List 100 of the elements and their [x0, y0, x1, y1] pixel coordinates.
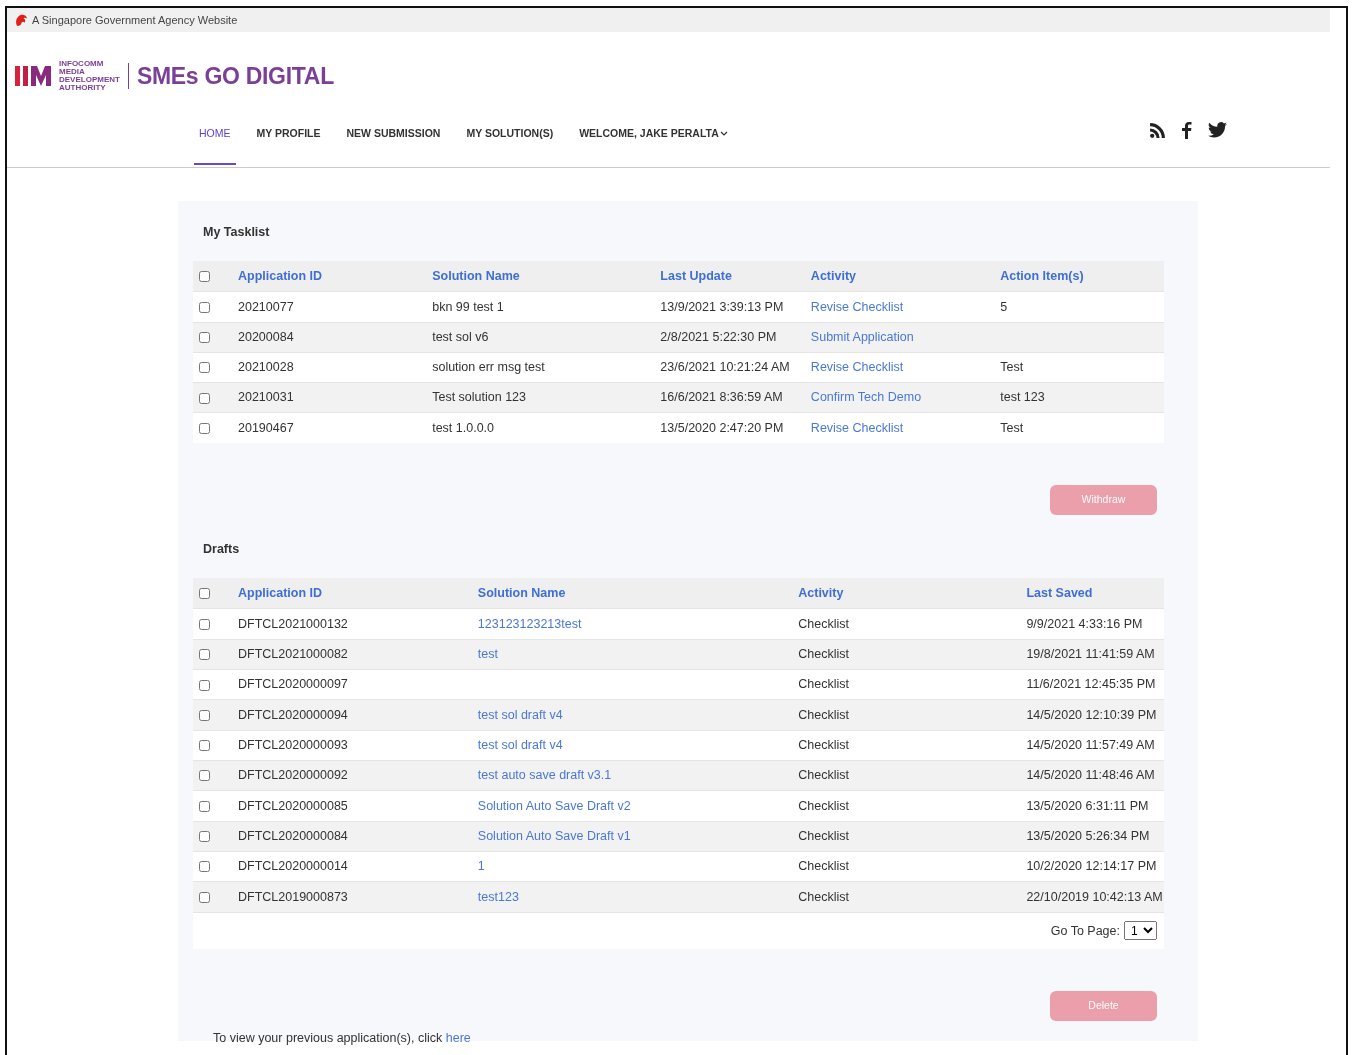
row-checkbox[interactable] [199, 392, 210, 404]
nav-link[interactable]: NEW SUBMISSION [341, 117, 446, 166]
table-cell: 20200084 [238, 329, 294, 344]
table-cell: DFTCL2020000097 [238, 677, 348, 692]
table-cell: 20210031 [238, 390, 294, 405]
twitter-icon[interactable] [1207, 122, 1227, 139]
table-cell: 10/2/2020 12:14:17 PM [1026, 859, 1157, 874]
table-cell: Test [1000, 420, 1024, 435]
pager-label: Go To Page: [1050, 922, 1120, 940]
table-cell: Checklist [798, 647, 849, 662]
table-cell: 20190467 [238, 420, 294, 435]
facebook-icon[interactable] [1181, 121, 1192, 139]
table-cell: 13/9/2021 3:39:13 PM [660, 299, 784, 314]
table-cell: 20210028 [238, 360, 294, 375]
table-link[interactable]: test sol draft v4 [477, 737, 563, 752]
table-cell: 22/10/2019 10:42:13 AM [1026, 889, 1163, 904]
row-checkbox[interactable] [199, 649, 210, 661]
table-cell: 20210077 [238, 299, 294, 314]
row-checkbox[interactable] [199, 800, 210, 812]
table-link[interactable]: Solution Auto Save Draft v2 [477, 798, 631, 813]
table-cell: 16/6/2021 8:36:59 AM [660, 390, 783, 405]
table-cell: DFTCL2021000132 [238, 616, 348, 631]
nav-link[interactable]: MY PROFILE [251, 117, 326, 166]
row-checkbox[interactable] [199, 679, 210, 691]
row-checkbox[interactable] [199, 770, 210, 782]
caret-icon [719, 130, 728, 137]
table-cell: bkn 99 test 1 [432, 299, 504, 314]
column-header: Application ID [238, 268, 323, 283]
agency-name: INFOCOMM MEDIA DEVELOPMENT AUTHORITY [59, 60, 120, 93]
site-title: SMEs GO DIGITAL [136, 62, 334, 91]
column-header: Last Saved [1026, 585, 1093, 600]
table-cell: 14/5/2020 11:57:49 AM [1026, 737, 1155, 752]
table-link[interactable]: test sol draft v4 [477, 707, 563, 722]
user-menu[interactable]: WELCOME, JAKE PERALTA [574, 117, 733, 166]
page-select[interactable]: 1 [1124, 921, 1157, 941]
table-cell: Checklist [798, 677, 849, 692]
column-header: Action Item(s) [1000, 268, 1084, 283]
table-cell: 23/6/2021 10:21:24 AM [660, 360, 790, 375]
rss-icon[interactable] [1148, 121, 1166, 139]
table-cell: 14/5/2020 11:48:46 AM [1026, 768, 1155, 783]
table-cell: Checklist [798, 616, 849, 631]
table-link[interactable]: Revise Checklist [810, 420, 904, 435]
select-all-checkbox[interactable] [199, 588, 210, 600]
table-cell: 11/6/2021 12:45:35 PM [1026, 677, 1156, 692]
column-header: Application ID [238, 585, 323, 600]
table-cell: Checklist [798, 737, 849, 752]
table-cell: test 1.0.0.0 [432, 420, 495, 435]
gov-bar-text: A Singapore Government Agency Website [32, 12, 238, 28]
table-cell: Test [1000, 360, 1024, 375]
column-header: Activity [810, 268, 856, 283]
table-cell: test sol v6 [432, 329, 489, 344]
table-cell: Checklist [798, 889, 849, 904]
column-header: Solution Name [432, 268, 520, 283]
table-cell: DFTCL2021000082 [238, 647, 348, 662]
table-cell: DFTCL2020000094 [238, 707, 348, 722]
row-checkbox[interactable] [199, 332, 210, 343]
table-cell: 9/9/2021 4:33:16 PM [1026, 616, 1143, 631]
row-checkbox[interactable] [199, 861, 210, 873]
table-cell: DFTCL2020000092 [238, 768, 348, 783]
table-link[interactable]: test [477, 647, 498, 662]
section-title: My Tasklist [202, 224, 271, 241]
section-title: Drafts [202, 541, 241, 559]
table-cell: DFTCL2020000084 [238, 828, 348, 843]
table-link[interactable]: 1 [477, 859, 485, 874]
row-checkbox[interactable] [199, 891, 210, 903]
row-checkbox[interactable] [199, 831, 210, 843]
row-checkbox[interactable] [199, 423, 210, 435]
table-link[interactable]: 123123123213test [477, 616, 582, 631]
table-cell: Checklist [798, 768, 849, 783]
row-checkbox[interactable] [199, 362, 210, 374]
table-link[interactable]: test123 [477, 889, 519, 904]
table-link[interactable]: Revise Checklist [810, 360, 904, 375]
table-cell: DFTCL2020000093 [238, 737, 348, 752]
table-cell: 13/5/2020 2:47:20 PM [660, 420, 784, 435]
table-cell: Checklist [798, 707, 849, 722]
row-checkbox[interactable] [199, 709, 210, 721]
table-cell: 13/5/2020 5:26:34 PM [1026, 828, 1150, 843]
nav-link[interactable]: HOME [194, 117, 236, 166]
table-cell: 2/8/2021 5:22:30 PM [660, 329, 777, 344]
column-header: Solution Name [477, 585, 566, 600]
column-header: Activity [798, 585, 844, 600]
table-cell: Checklist [798, 859, 849, 874]
table-cell: Test solution 123 [432, 390, 526, 405]
footer-note: To view your previous application(s), click here [213, 1029, 472, 1047]
row-checkbox[interactable] [199, 301, 210, 313]
table-cell: test 123 [1000, 390, 1045, 405]
table-cell: 19/8/2021 11:41:59 AM [1026, 647, 1155, 662]
row-checkbox[interactable] [199, 740, 210, 752]
table-cell: DFTCL2020000085 [238, 798, 348, 813]
table-cell: DFTCL2019000873 [238, 889, 348, 904]
select-all-checkbox[interactable] [199, 270, 210, 282]
table-cell: solution err msg test [432, 360, 545, 375]
nav-link[interactable]: MY SOLUTION(S) [461, 117, 559, 166]
table-cell: 5 [1000, 299, 1008, 314]
table-link[interactable]: Revise Checklist [810, 299, 904, 314]
table-cell: DFTCL2020000014 [238, 859, 348, 874]
table-cell: 13/5/2020 6:31:11 PM [1026, 798, 1149, 813]
table-cell: 14/5/2020 12:10:39 PM [1026, 707, 1157, 722]
here-link[interactable]: here [445, 1030, 471, 1045]
row-checkbox[interactable] [199, 618, 210, 630]
